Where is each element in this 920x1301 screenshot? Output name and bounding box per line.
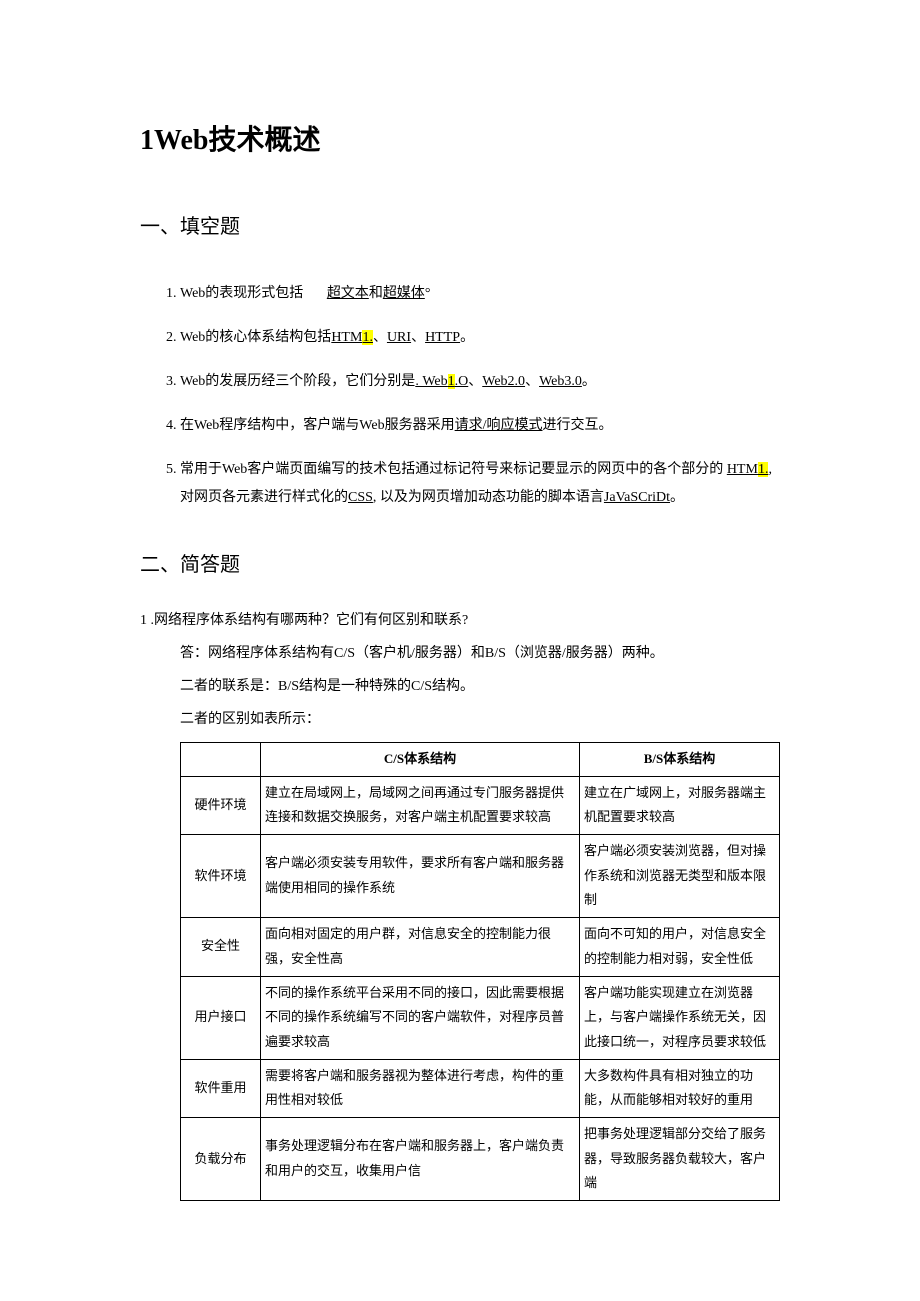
fill-item-5: 常用于Web客户端页面编写的技术包括通过标记符号来标记要显示的网页中的各个部分的… <box>180 448 780 520</box>
table-cell-cs: 事务处理逻辑分布在客户端和服务器上，客户端负责和用户的交互，收集用户信 <box>261 1117 580 1200</box>
q2-answer-2: URI <box>387 330 411 345</box>
q1-mid: 和 <box>369 286 383 301</box>
table-row: 软件重用需要将客户端和服务器视为整体进行考虑，构件的重用性相对较低大多数构件具有… <box>181 1059 780 1117</box>
q1-text-pre: Web的表现形式包括 <box>180 286 303 301</box>
fill-item-3: Web的发展历经三个阶段，它们分别是. Web1.O、Web2.0、Web3.0… <box>180 360 780 404</box>
q2-answer-3: HTTP <box>425 330 460 345</box>
table-cell-cs: 面向相对固定的用户群，对信息安全的控制能力很强，安全性高 <box>261 918 580 976</box>
q4-answer-1: 请求/响应模式 <box>455 418 543 433</box>
q5-answer-1a: HTM <box>727 462 758 477</box>
table-cell-bs: 把事务处理逻辑部分交给了服务器，导致服务器负载较大，客户端 <box>580 1117 780 1200</box>
q3-answer-1a: . Web <box>415 374 447 389</box>
q3-sep-1: 、 <box>468 374 482 389</box>
section-2-heading: 二、简答题 <box>140 550 780 580</box>
q1-answer-2: 超媒体 <box>383 286 425 301</box>
qa1-question: 1 .网络程序体系结构有哪两种？它们有何区别和联系? <box>140 610 780 631</box>
q3-answer-3: Web3.0 <box>539 374 582 389</box>
q1-answer-1: 超文本 <box>327 286 369 301</box>
document-title: 1Web技术概述 <box>140 120 780 162</box>
table-cell-bs: 建立在广域网上，对服务器端主机配置要求较高 <box>580 776 780 834</box>
table-header-cs: C/S体系结构 <box>261 743 580 777</box>
table-cell-bs: 面向不可知的用户，对信息安全的控制能力相对弱，安全性低 <box>580 918 780 976</box>
qa1-answer-line-3: 二者的区别如表所示： <box>140 709 780 730</box>
table-cell-cs: 客户端必须安装专用软件，要求所有客户端和服务器端使用相同的操作系统 <box>261 835 580 918</box>
q3-answer-1b-highlight: 1 <box>448 374 455 389</box>
table-row: 安全性面向相对固定的用户群，对信息安全的控制能力很强，安全性高面向不可知的用户，… <box>181 918 780 976</box>
table-header-row: C/S体系结构 B/S体系结构 <box>181 743 780 777</box>
table-cell-cs: 不同的操作系统平台采用不同的接口，因此需要根据不同的操作系统编写不同的客户端软件… <box>261 976 580 1059</box>
q3-answer-2: Web2.0 <box>482 374 525 389</box>
table-row-header: 软件环境 <box>181 835 261 918</box>
table-row-header: 软件重用 <box>181 1059 261 1117</box>
q2-text-pre: Web的核心体系结构包括 <box>180 330 331 345</box>
table-cell-bs: 客户端必须安装浏览器，但对操作系统和浏览器无类型和版本限制 <box>580 835 780 918</box>
q2-end: 。 <box>460 330 474 345</box>
q2-sep-1: 、 <box>373 330 387 345</box>
comparison-table: C/S体系结构 B/S体系结构 硬件环境建立在局域网上，局域网之间再通过专门服务… <box>180 742 780 1201</box>
q4-text-pre: 在Web程序结构中，客户端与Web服务器采用 <box>180 418 455 433</box>
q3-end: 。 <box>582 374 596 389</box>
table-cell-bs: 客户端功能实现建立在浏览器上，与客户端操作系统无关，因此接口统一，对程序员要求较… <box>580 976 780 1059</box>
table-row-header: 用户接口 <box>181 976 261 1059</box>
table-header-empty <box>181 743 261 777</box>
q2-answer-1a: HTM <box>331 330 362 345</box>
table-row: 负载分布事务处理逻辑分布在客户端和服务器上，客户端负责和用户的交互，收集用户信把… <box>181 1117 780 1200</box>
table-row: 软件环境客户端必须安装专用软件，要求所有客户端和服务器端使用相同的操作系统客户端… <box>181 835 780 918</box>
q2-answer-1b-highlight: 1. <box>362 330 373 345</box>
q5-answer-2: CSS <box>348 490 373 505</box>
table-cell-cs: 建立在局域网上，局域网之间再通过专门服务器提供连接和数据交换服务，对客户端主机配… <box>261 776 580 834</box>
q3-answer-1c: .O <box>455 374 469 389</box>
table-row: 硬件环境建立在局域网上，局域网之间再通过专门服务器提供连接和数据交换服务，对客户… <box>181 776 780 834</box>
q4-end: 进行交互。 <box>543 418 613 433</box>
section-1-heading: 一、填空题 <box>140 212 780 242</box>
fill-item-2: Web的核心体系结构包括HTM1.、URI、HTTP。 <box>180 316 780 360</box>
table-header-bs: B/S体系结构 <box>580 743 780 777</box>
qa1-answer-line-1: 答：网络程序体系结构有C/S（客户机/服务器）和B/S（浏览器/服务器）两种。 <box>140 643 780 664</box>
qa1-answer-line-2: 二者的联系是：B/S结构是一种特殊的C/S结构。 <box>140 676 780 697</box>
q3-sep-2: 、 <box>525 374 539 389</box>
short-answer-block: 1 .网络程序体系结构有哪两种？它们有何区别和联系? 答：网络程序体系结构有C/… <box>140 610 780 730</box>
q3-text-pre: Web的发展历经三个阶段，它们分别是 <box>180 374 415 389</box>
q5-end: 。 <box>670 490 684 505</box>
table-cell-bs: 大多数构件具有相对独立的功能，从而能够相对较好的重用 <box>580 1059 780 1117</box>
fill-item-4: 在Web程序结构中，客户端与Web服务器采用请求/响应模式进行交互。 <box>180 404 780 448</box>
q1-end: ° <box>425 286 431 301</box>
table-row-header: 负载分布 <box>181 1117 261 1200</box>
q5-answer-1b-highlight: 1. <box>758 462 769 477</box>
q5-text-pre: 常用于Web客户端页面编写的技术包括通过标记符号来标记要显示的网页中的各个部分的 <box>180 462 723 477</box>
table-row-header: 安全性 <box>181 918 261 976</box>
table-row: 用户接口不同的操作系统平台采用不同的接口，因此需要根据不同的操作系统编写不同的客… <box>181 976 780 1059</box>
table-cell-cs: 需要将客户端和服务器视为整体进行考虑，构件的重用性相对较低 <box>261 1059 580 1117</box>
fill-item-1: Web的表现形式包括 超文本和超媒体° <box>180 272 780 316</box>
q5-answer-3: JaVaSCriDt <box>604 490 670 505</box>
table-body: 硬件环境建立在局域网上，局域网之间再通过专门服务器提供连接和数据交换服务，对客户… <box>181 776 780 1200</box>
fill-in-blank-list: Web的表现形式包括 超文本和超媒体° Web的核心体系结构包括HTM1.、UR… <box>140 272 780 520</box>
table-row-header: 硬件环境 <box>181 776 261 834</box>
q5-mid2: , 以及为网页增加动态功能的脚本语言 <box>373 490 604 505</box>
q2-sep-2: 、 <box>411 330 425 345</box>
